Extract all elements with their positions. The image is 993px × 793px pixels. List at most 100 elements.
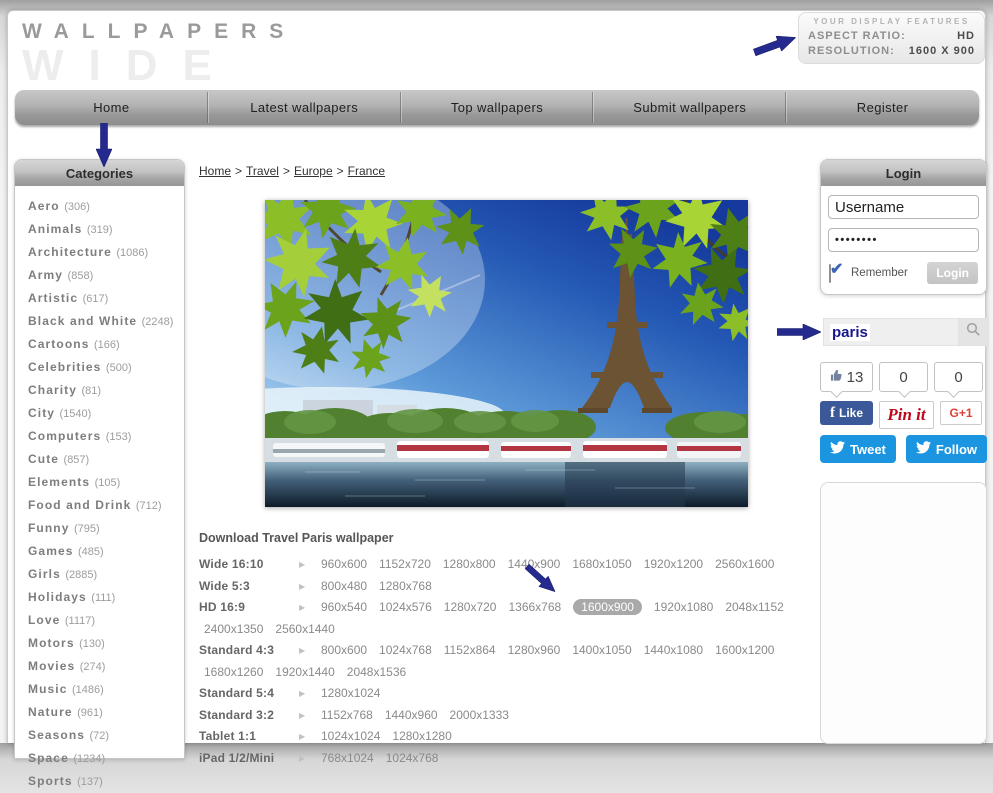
sidebar-item-holidays[interactable]: Holidays (111) xyxy=(28,586,184,609)
sidebar-item-cute[interactable]: Cute (857) xyxy=(28,448,184,471)
nav-item-latest-wallpapers[interactable]: Latest wallpapers xyxy=(208,90,401,125)
sidebar-item-girls[interactable]: Girls (2885) xyxy=(28,563,184,586)
twitter-follow-button[interactable]: Follow xyxy=(906,435,987,463)
sidebar-item-music[interactable]: Music (1486) xyxy=(28,678,184,701)
resolution-link[interactable]: 2000x1333 xyxy=(450,708,509,722)
sidebar-item-aero[interactable]: Aero (306) xyxy=(28,195,184,218)
resolution-link[interactable]: 1280x1280 xyxy=(392,729,451,743)
sidebar-item-animals[interactable]: Animals (319) xyxy=(28,218,184,241)
sidebar-item-funny[interactable]: Funny (795) xyxy=(28,517,184,540)
remember-checkbox[interactable]: ✔ xyxy=(829,265,845,281)
twitter-bird-icon xyxy=(916,441,931,457)
breadcrumb-link-travel[interactable]: Travel xyxy=(246,164,279,178)
pinterest-pin-button[interactable]: Pin it xyxy=(879,401,934,429)
facebook-like-button[interactable]: f Like xyxy=(820,401,873,425)
nav-item-register[interactable]: Register xyxy=(786,90,979,125)
category-name: Seasons xyxy=(28,728,85,742)
username-field[interactable] xyxy=(828,195,979,219)
sidebar-item-cartoons[interactable]: Cartoons (166) xyxy=(28,333,184,356)
resolution-link[interactable]: 1024x768 xyxy=(379,643,432,657)
site-logo[interactable]: WALLPAPERS WIDE xyxy=(22,21,296,88)
sidebar-item-love[interactable]: Love (1117) xyxy=(28,609,184,632)
gplus-button[interactable]: G+1 xyxy=(940,401,982,425)
breadcrumb-link-europe[interactable]: Europe xyxy=(294,164,333,178)
category-name: Movies xyxy=(28,659,75,673)
password-field[interactable] xyxy=(828,228,979,252)
wallpaper-preview-image[interactable] xyxy=(265,200,748,507)
resolution-link[interactable]: 1600x1200 xyxy=(715,643,774,657)
sidebar-item-games[interactable]: Games (485) xyxy=(28,540,184,563)
resolution-link[interactable]: 1024x576 xyxy=(379,600,432,614)
resolution-link[interactable]: 1280x1024 xyxy=(321,686,380,700)
resolution-link[interactable]: 1680x1050 xyxy=(572,557,631,571)
disclosure-triangle-icon: ▶ xyxy=(299,726,321,748)
resolution-link[interactable]: 800x480 xyxy=(321,579,367,593)
disclosure-triangle-icon: ▶ xyxy=(299,554,321,576)
twitter-bird-icon xyxy=(830,441,845,457)
sidebar-item-movies[interactable]: Movies (274) xyxy=(28,655,184,678)
sidebar-item-seasons[interactable]: Seasons (72) xyxy=(28,724,184,747)
download-group-label: Tablet 1:1 xyxy=(199,726,299,748)
resolution-link[interactable]: 1280x960 xyxy=(508,643,561,657)
resolution-link[interactable]: 800x600 xyxy=(321,643,367,657)
sidebar-item-elements[interactable]: Elements (105) xyxy=(28,471,184,494)
category-count: (1234) xyxy=(73,753,105,765)
sidebar-item-motors[interactable]: Motors (130) xyxy=(28,632,184,655)
sidebar-item-nature[interactable]: Nature (961) xyxy=(28,701,184,724)
category-name: Sports xyxy=(28,774,73,788)
resolution-link[interactable]: 1280x768 xyxy=(379,579,432,593)
download-group-standard-3-2: Standard 3:2▶1152x7681440x9602000x1333 xyxy=(199,705,819,727)
search-button[interactable] xyxy=(958,319,988,345)
sidebar-item-computers[interactable]: Computers (153) xyxy=(28,425,184,448)
sidebar-item-army[interactable]: Army (858) xyxy=(28,264,184,287)
resolution-link[interactable]: 2560x1600 xyxy=(715,557,774,571)
resolution-link[interactable]: 1152x768 xyxy=(321,708,373,722)
sidebar-item-artistic[interactable]: Artistic (617) xyxy=(28,287,184,310)
display-features-title: YOUR DISPLAY FEATURES xyxy=(808,17,975,26)
resolution-link[interactable]: 768x1024 xyxy=(321,751,374,765)
search-box[interactable]: paris xyxy=(823,318,989,346)
tweet-button[interactable]: Tweet xyxy=(820,435,896,463)
sidebar-item-food-and-drink[interactable]: Food and Drink (712) xyxy=(28,494,184,517)
resolution-link[interactable]: 960x600 xyxy=(321,557,367,571)
resolution-link[interactable]: 1920x1200 xyxy=(644,557,703,571)
breadcrumb-link-home[interactable]: Home xyxy=(199,164,231,178)
download-group-label: Wide 5:3 xyxy=(199,576,299,598)
resolution-link[interactable]: 1152x720 xyxy=(379,557,431,571)
resolution-link[interactable]: 1440x960 xyxy=(385,708,438,722)
resolution-link[interactable]: 1280x800 xyxy=(443,557,496,571)
resolution-link[interactable]: 1680x1260 xyxy=(204,665,263,679)
resolution-link[interactable]: 1440x1080 xyxy=(644,643,703,657)
resolution-link[interactable]: 1024x1024 xyxy=(321,729,380,743)
resolution-link[interactable]: 1280x720 xyxy=(444,600,497,614)
facebook-like-count[interactable]: 13 xyxy=(820,362,873,392)
sidebar-item-architecture[interactable]: Architecture (1086) xyxy=(28,241,184,264)
resolution-link[interactable]: 2048x1152 xyxy=(725,600,784,614)
resolution-link[interactable]: 1400x1050 xyxy=(572,643,631,657)
resolution-link[interactable]: 1920x1440 xyxy=(275,665,334,679)
resolution-link[interactable]: 1152x864 xyxy=(444,643,496,657)
resolution-link[interactable]: 2560x1440 xyxy=(275,622,334,636)
breadcrumb-link-france[interactable]: France xyxy=(348,164,385,178)
nav-item-submit-wallpapers[interactable]: Submit wallpapers xyxy=(593,90,786,125)
resolution-link[interactable]: 1920x1080 xyxy=(654,600,713,614)
resolution-link-highlighted[interactable]: 1600x900 xyxy=(573,599,642,615)
resolution-link[interactable]: 1024x768 xyxy=(386,751,439,765)
resolution-link[interactable]: 960x540 xyxy=(321,600,367,614)
sidebar-item-city[interactable]: City (1540) xyxy=(28,402,184,425)
sidebar-item-charity[interactable]: Charity (81) xyxy=(28,379,184,402)
login-button[interactable]: Login xyxy=(927,262,978,284)
resolution-link[interactable]: 2400x1350 xyxy=(204,622,263,636)
search-input[interactable]: paris xyxy=(824,319,958,345)
sidebar-item-sports[interactable]: Sports (137) xyxy=(28,770,184,793)
resolution-link[interactable]: 2048x1536 xyxy=(347,665,406,679)
nav-item-top-wallpapers[interactable]: Top wallpapers xyxy=(401,90,594,125)
nav-item-home[interactable]: Home xyxy=(15,90,208,125)
gplus-count[interactable]: 0 xyxy=(934,362,983,392)
pinterest-count[interactable]: 0 xyxy=(879,362,928,392)
resolution-link[interactable]: 1366x768 xyxy=(508,600,561,614)
sidebar-item-celebrities[interactable]: Celebrities (500) xyxy=(28,356,184,379)
download-group-label: Standard 5:4 xyxy=(199,683,299,705)
sidebar-item-space[interactable]: Space (1234) xyxy=(28,747,184,770)
sidebar-item-black-and-white[interactable]: Black and White (2248) xyxy=(28,310,184,333)
